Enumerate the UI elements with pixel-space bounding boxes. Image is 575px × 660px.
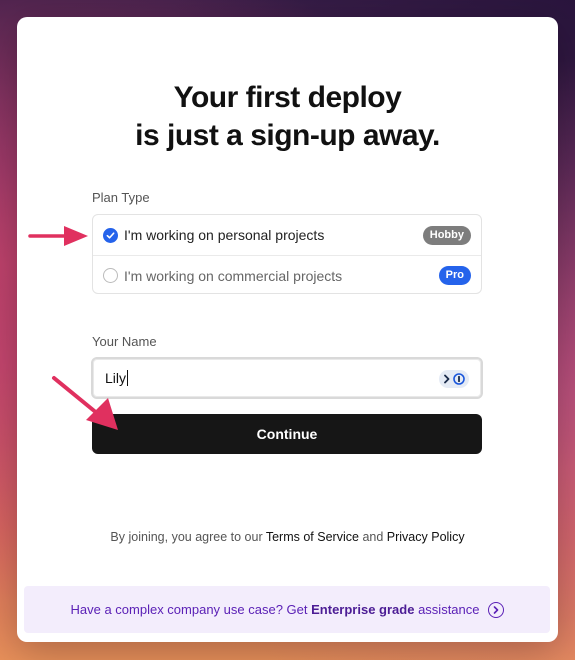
- page-title: Your first deploy is just a sign-up away…: [17, 79, 558, 155]
- headline-line-2: is just a sign-up away.: [135, 119, 440, 152]
- plan-option-label: I'm working on commercial projects: [124, 267, 343, 284]
- name-input[interactable]: Lily: [91, 357, 483, 399]
- radio-checked-icon[interactable]: [103, 227, 118, 243]
- continue-button[interactable]: Continue: [92, 414, 482, 454]
- password-manager-icon[interactable]: [439, 370, 469, 388]
- plan-option-hobby[interactable]: I'm working on personal projects Hobby: [93, 215, 481, 255]
- headline-line-1: Your first deploy: [173, 81, 402, 114]
- legal-and: and: [362, 530, 384, 544]
- signup-card: Your first deploy is just a sign-up away…: [17, 17, 558, 642]
- plan-option-pro[interactable]: I'm working on commercial projects Pro: [93, 255, 481, 295]
- plan-type-selector: I'm working on personal projects Hobby I…: [92, 214, 482, 294]
- plan-type-label: Plan Type: [92, 190, 150, 205]
- annotation-arrow-icon: [52, 376, 118, 430]
- enterprise-suffix: assistance: [418, 602, 480, 617]
- hobby-badge: Hobby: [422, 225, 471, 245]
- legal-notice: By joining, you agree to our Terms of Se…: [17, 530, 558, 544]
- chevron-right-circle-icon[interactable]: [487, 601, 504, 618]
- your-name-label: Your Name: [92, 334, 157, 349]
- legal-prefix: By joining, you agree to our: [110, 530, 263, 544]
- enterprise-banner[interactable]: Have a complex company use case? Get Ent…: [24, 586, 550, 633]
- plan-option-label: I'm working on personal projects: [124, 227, 325, 243]
- pro-badge: Pro: [438, 266, 471, 285]
- text-caret: [127, 370, 129, 386]
- enterprise-prefix: Have a complex company use case? Get: [70, 602, 308, 617]
- radio-unchecked-icon[interactable]: [103, 268, 118, 283]
- enterprise-link[interactable]: Enterprise grade: [311, 602, 414, 617]
- annotation-arrow-icon: [28, 226, 88, 246]
- terms-of-service-link[interactable]: Terms of Service: [266, 530, 359, 544]
- privacy-policy-link[interactable]: Privacy Policy: [387, 530, 465, 544]
